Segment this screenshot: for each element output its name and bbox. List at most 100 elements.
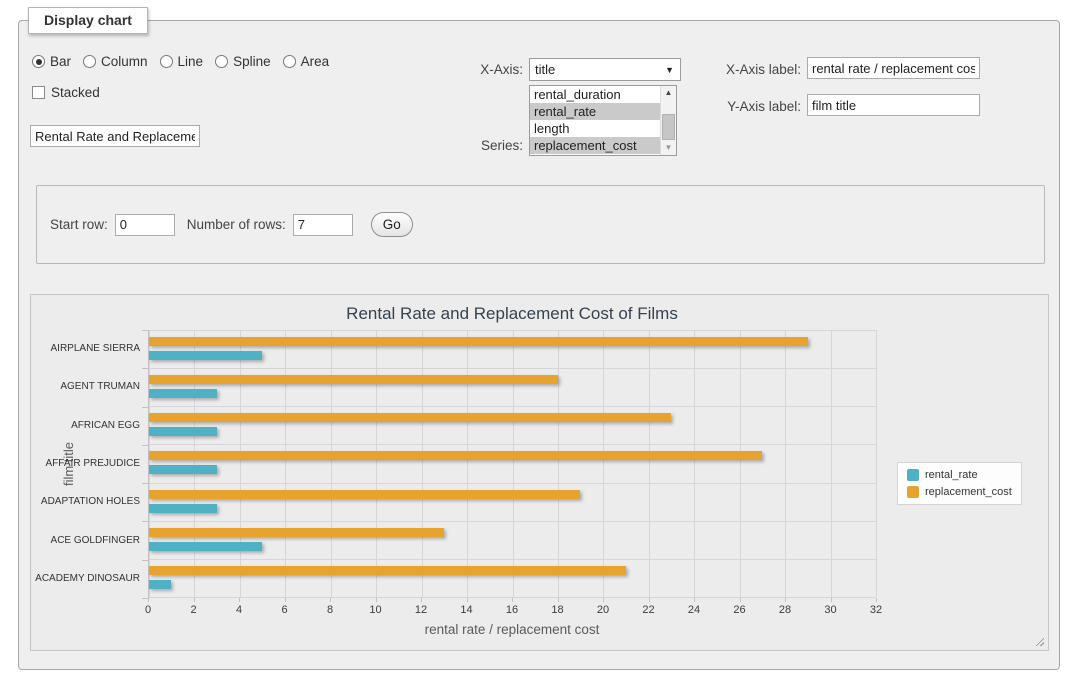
bar-replacement_cost[interactable] [149, 451, 762, 460]
x-axis-tick [376, 598, 377, 602]
category-band [149, 521, 876, 559]
x-tick-label: 14 [447, 604, 487, 616]
radio-label: Area [301, 54, 330, 69]
chart-type-radio-line[interactable]: Line [160, 54, 204, 69]
row-controls-panel: Start row: Number of rows: Go [36, 185, 1045, 264]
chart-title-input[interactable] [30, 125, 200, 147]
stacked-checkbox-row[interactable]: Stacked [32, 85, 100, 100]
category-band [149, 444, 876, 482]
y-axis-label-input[interactable] [807, 94, 980, 116]
radio-selected-dot [36, 59, 42, 65]
x-tick-label: 24 [674, 604, 714, 616]
bar-rental_rate[interactable] [149, 465, 217, 474]
bar-replacement_cost[interactable] [149, 490, 580, 499]
series-option-replacement_cost[interactable]: replacement_cost [530, 137, 660, 154]
chart-x-axis-title: rental rate / replacement cost [148, 622, 876, 637]
series-option-rental_rate[interactable]: rental_rate [530, 103, 660, 120]
x-tick-label: 26 [720, 604, 760, 616]
y-axis-tick [142, 483, 148, 484]
chevron-down-icon: ▼ [665, 65, 674, 75]
legend-swatch-icon [907, 486, 919, 498]
x-axis-label-input[interactable] [807, 57, 980, 79]
bar-replacement_cost[interactable] [149, 413, 671, 422]
x-axis-tick [285, 598, 286, 602]
chart-title: Rental Rate and Replacement Cost of Film… [148, 304, 876, 324]
x-axis-tick [330, 598, 331, 602]
page: Display chart Bar Column Line Spline Area St… [0, 0, 1081, 681]
category-band [149, 406, 876, 444]
chart-type-radio-spline[interactable]: Spline [215, 54, 271, 69]
x-tick-label: 20 [583, 604, 623, 616]
legend-item-replacement_cost[interactable]: replacement_cost [907, 486, 1012, 498]
scroll-up-icon[interactable]: ▲ [661, 86, 676, 100]
bar-replacement_cost[interactable] [149, 337, 808, 346]
bar-rental_rate[interactable] [149, 504, 217, 513]
scrollbar-thumb[interactable] [662, 114, 675, 140]
gridline-vertical [876, 330, 877, 597]
legend-label: rental_rate [925, 469, 978, 481]
y-axis-tick [142, 445, 148, 446]
category-label: AGENT TRUMAN [31, 381, 140, 392]
x-axis-select-value: title [535, 62, 555, 77]
bar-rental_rate[interactable] [149, 427, 217, 436]
stacked-checkbox[interactable] [32, 86, 45, 99]
legend-item-rental_rate[interactable]: rental_rate [907, 469, 1012, 481]
radio-icon[interactable] [32, 55, 45, 68]
x-tick-label: 30 [811, 604, 851, 616]
go-button[interactable]: Go [371, 212, 413, 237]
resize-handle-icon[interactable] [1033, 635, 1044, 646]
category-label: ACE GOLDFINGER [31, 535, 140, 546]
plot-area [148, 330, 876, 598]
radio-label: Column [101, 54, 148, 69]
chart-type-radio-area[interactable]: Area [283, 54, 330, 69]
panel-title: Display chart [28, 7, 148, 34]
x-tick-label: 28 [765, 604, 805, 616]
category-band [149, 368, 876, 406]
radio-icon[interactable] [83, 55, 96, 68]
series-listbox-scrollbar[interactable]: ▲ ▼ [660, 86, 676, 155]
start-row-input[interactable] [115, 214, 175, 236]
category-label: AIRPLANE SIERRA [31, 343, 140, 354]
bar-rental_rate[interactable] [149, 580, 171, 589]
bar-rental_rate[interactable] [149, 542, 262, 551]
y-axis-tick [142, 407, 148, 408]
radio-icon[interactable] [283, 55, 296, 68]
x-axis-tick [239, 598, 240, 602]
display-chart-panel: BarColumnLineSplineArea Stacked X-Axis: … [18, 20, 1060, 670]
x-tick-label: 32 [856, 604, 896, 616]
number-of-rows-input[interactable] [293, 214, 353, 236]
x-tick-label: 16 [492, 604, 532, 616]
chart-type-radio-column[interactable]: Column [83, 54, 148, 69]
y-axis-tick [142, 521, 148, 522]
series-listbox[interactable]: rental_durationrental_ratelengthreplacem… [529, 85, 677, 156]
y-axis-tick [142, 560, 148, 561]
series-label: Series: [439, 138, 523, 153]
series-listbox-options: rental_durationrental_ratelengthreplacem… [530, 86, 660, 155]
start-row-label: Start row: [50, 217, 108, 232]
bar-replacement_cost[interactable] [149, 528, 444, 537]
category-label: ACADEMY DINOSAUR [31, 573, 140, 584]
series-option-length[interactable]: length [530, 120, 660, 137]
x-axis-tick [876, 598, 877, 602]
number-of-rows-label: Number of rows: [187, 217, 286, 232]
legend-swatch-icon [907, 469, 919, 481]
x-axis-tick [603, 598, 604, 602]
x-axis-label-label: X-Axis label: [707, 62, 801, 77]
legend-label: replacement_cost [925, 486, 1012, 498]
x-axis-tick [694, 598, 695, 602]
bar-replacement_cost[interactable] [149, 375, 558, 384]
x-axis-tick [194, 598, 195, 602]
category-label: AFFAIR PREJUDICE [31, 458, 140, 469]
radio-icon[interactable] [215, 55, 228, 68]
scroll-down-icon[interactable]: ▼ [661, 141, 676, 155]
stacked-label: Stacked [51, 85, 100, 100]
chart-type-radio-bar[interactable]: Bar [32, 54, 71, 69]
bar-rental_rate[interactable] [149, 389, 217, 398]
x-axis-tick [785, 598, 786, 602]
category-band [149, 559, 876, 597]
bar-replacement_cost[interactable] [149, 566, 626, 575]
radio-icon[interactable] [160, 55, 173, 68]
series-option-rental_duration[interactable]: rental_duration [530, 86, 660, 103]
x-axis-select[interactable]: title ▼ [529, 58, 681, 81]
bar-rental_rate[interactable] [149, 351, 262, 360]
